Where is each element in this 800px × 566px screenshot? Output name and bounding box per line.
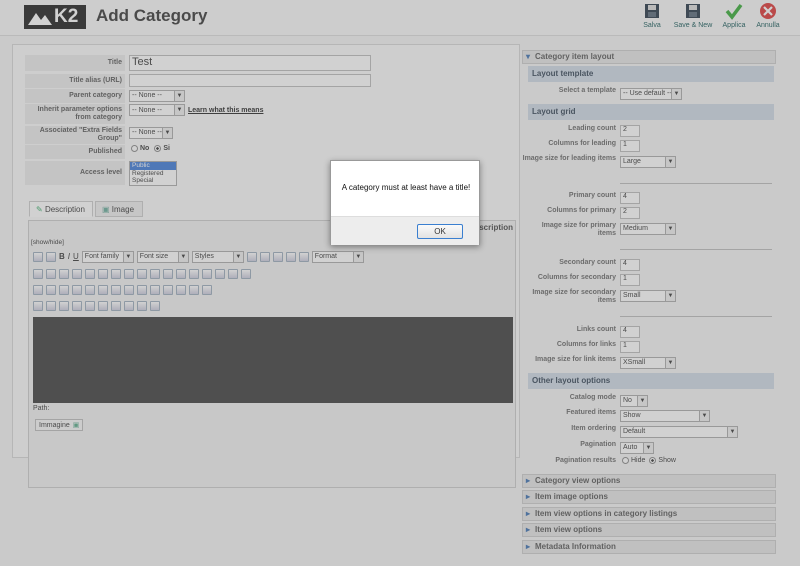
alert-dialog: A category must at least have a title! O…	[330, 160, 480, 245]
page: K2 Add Category Salva Save & New Applica…	[0, 0, 800, 566]
alert-footer: OK	[331, 216, 479, 245]
alert-message: A category must at least have a title!	[341, 183, 471, 192]
ok-button[interactable]: OK	[417, 224, 463, 239]
modal-overlay	[0, 0, 800, 566]
